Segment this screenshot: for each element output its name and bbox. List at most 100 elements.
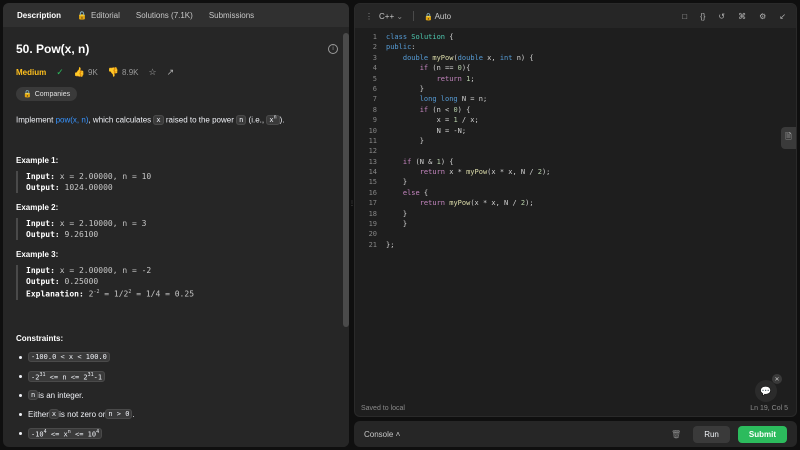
gear-icon[interactable]: ⚙ (759, 12, 766, 21)
companies-tag[interactable]: 🔒 Companies (16, 87, 78, 101)
collapse-icon[interactable]: ↙ (779, 12, 786, 21)
example-1: Example 1: Input: x = 2.00000, n = 10 Ou… (16, 156, 338, 194)
output-value: 1024.00000 (59, 183, 113, 193)
info-icon[interactable]: i (328, 44, 338, 54)
braces-icon[interactable]: {} (700, 12, 705, 21)
tab-solutions[interactable]: Solutions (7.1K) (128, 3, 201, 27)
close-icon[interactable]: ✕ (772, 374, 782, 384)
code-line: 14 return x * myPow(x * x, N / 2); (355, 168, 796, 178)
drag-handle-icon[interactable]: ⋮ (365, 12, 373, 21)
line-code: x = 1 / x; (386, 116, 479, 125)
inline-code: n > 0 (105, 409, 133, 420)
code-line: 2 public: (355, 43, 796, 53)
line-number: 4 (372, 64, 377, 73)
inline-code: n (236, 115, 247, 126)
example-input: Input: x = 2.10000, n = 3 (26, 218, 338, 229)
code-line: 11 } (355, 137, 796, 147)
like-button[interactable]: 👍 9K (74, 67, 98, 78)
cursor-position: Ln 19, Col 5 (750, 405, 788, 412)
constraint-item: -104 <= xn <= 104 (16, 424, 338, 443)
line-number: 3 (372, 53, 377, 62)
line-number: 19 (368, 220, 377, 229)
line-number: 7 (372, 95, 377, 104)
tab-solutions-label: Solutions (7.1K) (135, 10, 193, 20)
tab-description-label: Description (17, 10, 62, 20)
constraints-title: Constraints: (16, 333, 64, 343)
console-bar: Console ˄ 🗑 Run Submit (354, 421, 797, 447)
dislike-button[interactable]: 👎 8.9K (108, 67, 139, 78)
tab-description[interactable]: Description (9, 3, 69, 27)
output-label: Output: (26, 230, 60, 240)
code-line: 19 } (355, 220, 796, 230)
example-explanation: Explanation: 2-2 = 1/22 = 1/4 = 0.25 (26, 287, 338, 300)
pow-link[interactable]: pow(x, n) (56, 115, 89, 124)
share-icon[interactable]: ↗ (167, 67, 175, 78)
line-code: return 1; (436, 74, 475, 83)
line-number: 14 (368, 168, 377, 177)
line-number: 15 (368, 178, 377, 187)
command-icon[interactable]: ⌘ (738, 12, 746, 21)
inline-code: -231 <= n <= 231-1 (28, 370, 106, 383)
desc-text: , which calculates (88, 115, 154, 125)
line-code: if (n == 0){ (419, 64, 471, 73)
submit-button[interactable]: Submit (737, 425, 787, 443)
line-number: 16 (368, 188, 377, 197)
code-exp: n (273, 115, 277, 121)
bookmark-icon[interactable]: □ (682, 12, 687, 21)
tab-editorial[interactable]: 🔒 Editorial (69, 3, 128, 27)
auto-mode[interactable]: 🔒 Auto (424, 12, 451, 21)
app-root: Description 🔒 Editorial Solutions (7.1K) … (0, 0, 800, 450)
language-select[interactable]: C++ ⌄ (379, 12, 403, 21)
line-code: return x * myPow(x * x, N / 2); (419, 168, 551, 177)
run-button[interactable]: Run (693, 425, 730, 443)
bullet-dot (19, 393, 22, 397)
console-label: Console (364, 429, 394, 439)
output-value: 9.26100 (59, 230, 99, 240)
star-icon[interactable]: ☆ (148, 67, 156, 78)
example-input: Input: x = 2.00000, n = -2 (26, 265, 338, 276)
editor-toolbar-left: ⋮ C++ ⌄ 🔒 Auto (365, 11, 451, 21)
constraints-list: -100.0 < x < 100.0 -231 <= n <= 231-1 n … (16, 348, 338, 443)
document-icon: 🗎 (785, 132, 792, 141)
thumbs-up-icon: 👍 (73, 67, 85, 77)
line-code: else { (402, 188, 429, 197)
bullet-dot (19, 412, 22, 416)
tab-submissions[interactable]: Submissions (201, 3, 262, 27)
bullet-dot (19, 431, 22, 435)
line-number: 1 (372, 33, 377, 41)
code-line: 16 else { (355, 188, 796, 199)
desc-text: ). (279, 115, 285, 125)
code-editor-panel: ⋮ C++ ⌄ 🔒 Auto □ {} ↺ ⌘ ⚙ ↙ 1 class Solut… (354, 3, 797, 417)
scrollbar-thumb[interactable] (343, 33, 349, 327)
line-number: 5 (372, 74, 377, 83)
line-code: if (n < 0) { (419, 105, 471, 114)
example-title: Example 3: (16, 250, 59, 260)
dislike-count: 8.9K (122, 68, 139, 77)
input-label: Input: (26, 219, 55, 229)
explanation-text: = 1/2 (99, 289, 129, 299)
bullet-dot (19, 355, 22, 359)
notes-side-tab[interactable]: 🗎 (781, 127, 796, 149)
reset-icon[interactable]: ↺ (718, 12, 725, 21)
code-line: 6 } (355, 84, 796, 95)
line-code: } (386, 220, 408, 229)
line-code: return myPow(x * x, N / 2); (419, 199, 534, 208)
code-line: 13 if (N & 1) { (355, 158, 796, 168)
lock-icon: 🔒 (23, 91, 32, 98)
example-3: Example 3: Input: x = 2.00000, n = -2 Ou… (16, 250, 338, 300)
toolbar-separator (413, 11, 415, 21)
code-line: 21}; (355, 241, 796, 251)
description-scrollbar[interactable] (343, 27, 349, 447)
input-value: x = 2.10000, n = 3 (54, 219, 147, 229)
explanation-text: = 1/4 = 0.25 (131, 289, 195, 299)
panel-resize-handle[interactable]: ⋮ (349, 200, 355, 220)
code-lines[interactable]: 1 class Solution { 2 public: 3 double myPo… (355, 33, 796, 251)
desc-text: (i.e., (246, 115, 267, 125)
inline-code: -100.0 < x < 100.0 (28, 352, 110, 363)
explanation-text: 2 (83, 289, 94, 299)
code-line: 7 long long N = n; (355, 95, 796, 105)
console-toggle[interactable]: Console ˄ (364, 430, 400, 439)
line-number: 6 (372, 84, 377, 93)
constraint-text: is not zero or (59, 409, 106, 419)
trash-icon[interactable]: 🗑 (671, 430, 681, 439)
